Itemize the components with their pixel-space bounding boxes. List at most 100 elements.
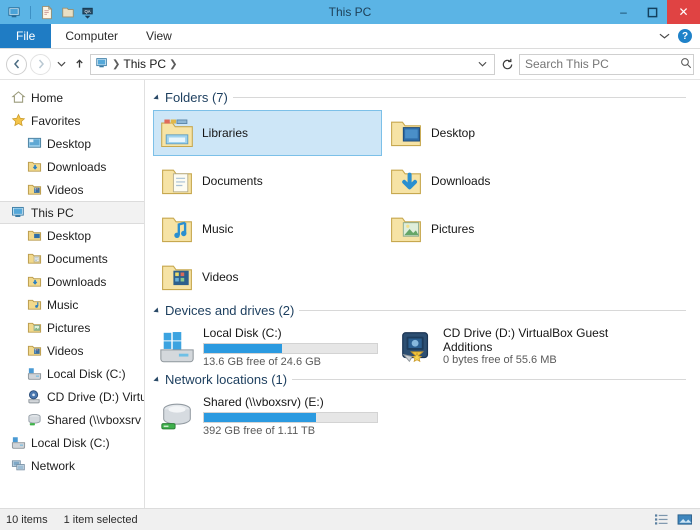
search-box[interactable] — [519, 54, 694, 75]
sidebar-item-label: This PC — [31, 206, 74, 220]
sidebar-list: HomeFavoritesDesktopDownloadsVideosThis … — [0, 86, 144, 477]
view-toggles — [652, 512, 694, 528]
collapse-triangle-icon[interactable] — [153, 307, 160, 314]
title-bar: QA This PC – ✕ — [0, 0, 700, 24]
window-title: This PC — [0, 5, 700, 19]
breadcrumb-separator-end[interactable]: ❯ — [169, 59, 177, 70]
address-bar: ❯ This PC ❯ — [0, 49, 700, 79]
sidebar-item-label: Local Disk (C:) — [31, 436, 110, 450]
large-icons-view-button[interactable] — [676, 512, 694, 528]
search-icon[interactable] — [680, 57, 692, 72]
sidebar-item-cd-drive-d-virtu[interactable]: CD Drive (D:) Virtu — [0, 385, 144, 408]
drive-tile[interactable]: Shared (\\vboxsrv) (E:)392 GB free of 1.… — [153, 391, 393, 439]
folder-tile-label: Pictures — [431, 222, 474, 236]
drive-icon — [10, 435, 26, 451]
sidebar-item-label: Music — [47, 298, 78, 312]
maximize-button[interactable] — [638, 0, 667, 24]
sidebar-item-home[interactable]: Home — [0, 86, 144, 109]
address-dropdown-icon[interactable] — [475, 59, 490, 70]
section-header-network[interactable]: Network locations (1) — [155, 372, 700, 387]
drive-name: CD Drive (D:) VirtualBox Guest Additions — [443, 326, 629, 354]
help-icon[interactable]: ? — [678, 29, 692, 43]
section-rule — [292, 379, 686, 380]
folder-tile-desktop[interactable]: Desktop — [382, 110, 611, 156]
forward-button[interactable] — [30, 54, 51, 75]
new-folder-icon[interactable] — [59, 4, 76, 21]
sidebar-item-desktop[interactable]: Desktop — [0, 132, 144, 155]
folder-tile-music[interactable]: Music — [153, 206, 382, 252]
pictures-folder-icon — [387, 210, 425, 248]
sidebar-item-pictures[interactable]: Pictures — [0, 316, 144, 339]
folders-grid: Libraries DesktopDocumentsDownloadsMusic P… — [153, 109, 700, 301]
sidebar-item-shared-vboxsrv[interactable]: Shared (\\vboxsrv — [0, 408, 144, 431]
sidebar-item-label: Documents — [47, 252, 108, 266]
collapse-triangle-icon[interactable] — [153, 94, 160, 101]
sidebar-item-label: Home — [31, 91, 63, 105]
section-header-folders[interactable]: Folders (7) — [155, 90, 700, 105]
search-input[interactable] — [525, 57, 680, 71]
downloads-icon — [26, 159, 42, 175]
sidebar-item-favorites[interactable]: Favorites — [0, 109, 144, 132]
sidebar-item-label: Videos — [47, 344, 83, 358]
sidebar-item-label: Videos — [47, 183, 83, 197]
sidebar-item-local-disk-c[interactable]: Local Disk (C:) — [0, 362, 144, 385]
sidebar-item-documents[interactable]: Documents — [0, 247, 144, 270]
sidebar-item-label: Downloads — [47, 275, 106, 289]
sidebar-item-downloads[interactable]: Downloads — [0, 270, 144, 293]
details-view-button[interactable] — [652, 512, 670, 528]
section-rule — [233, 97, 686, 98]
tab-file[interactable]: File — [0, 24, 51, 48]
folder-tile-pictures[interactable]: Pictures — [382, 206, 611, 252]
collapse-triangle-icon[interactable] — [153, 376, 160, 383]
file-explorer-window: QA This PC – ✕ File Computer View ? — [0, 0, 700, 530]
network-grid: Shared (\\vboxsrv) (E:)392 GB free of 1.… — [153, 391, 700, 439]
svg-text:QA: QA — [85, 8, 91, 13]
drive-capacity-text: 0 bytes free of 55.6 MB — [443, 354, 629, 366]
refresh-button[interactable] — [498, 54, 516, 75]
sidebar-item-local-disk-c[interactable]: Local Disk (C:) — [0, 431, 144, 454]
drive-tile-body: Local Disk (C:)13.6 GB free of 24.6 GB — [203, 324, 389, 368]
back-button[interactable] — [6, 54, 27, 75]
folder-tile-documents[interactable]: Documents — [153, 158, 382, 204]
section-title-network: Network locations (1) — [165, 372, 287, 387]
sidebar-item-desktop[interactable]: Desktop — [0, 224, 144, 247]
this-pc-icon[interactable] — [6, 4, 23, 21]
drive-tile[interactable]: Local Disk (C:)13.6 GB free of 24.6 GB — [153, 322, 393, 370]
drive-tile-body: Shared (\\vboxsrv) (E:)392 GB free of 1.… — [203, 393, 389, 437]
sidebar-item-downloads[interactable]: Downloads — [0, 155, 144, 178]
breadcrumb-bar[interactable]: ❯ This PC ❯ — [90, 54, 495, 75]
folder-tile-label: Libraries — [202, 126, 248, 140]
quick-access-toolbar: QA — [0, 4, 97, 21]
customize-toolbar-icon[interactable]: QA — [80, 4, 97, 21]
close-button[interactable]: ✕ — [667, 0, 700, 24]
sidebar-item-videos[interactable]: Videos — [0, 339, 144, 362]
folder-tile-downloads[interactable]: Downloads — [382, 158, 611, 204]
navigation-pane: HomeFavoritesDesktopDownloadsVideosThis … — [0, 80, 145, 508]
minimize-button[interactable]: – — [609, 0, 638, 24]
computer-icon — [95, 56, 109, 73]
sidebar-item-network[interactable]: Network — [0, 454, 144, 477]
drive-tile[interactable]: CD Drive (D:) VirtualBox Guest Additions… — [393, 322, 633, 370]
folder-tile-libraries[interactable]: Libraries — [153, 110, 382, 156]
content-pane: Folders (7) Libraries DesktopDocumentsDow… — [145, 80, 700, 508]
cd-drive-icon — [397, 328, 437, 368]
sidebar-item-videos[interactable]: Videos — [0, 178, 144, 201]
sidebar-item-this-pc[interactable]: This PC — [0, 201, 144, 224]
tab-view[interactable]: View — [132, 24, 186, 48]
explorer-body: HomeFavoritesDesktopDownloadsVideosThis … — [0, 79, 700, 508]
sidebar-item-label: Downloads — [47, 160, 106, 174]
qat-separator — [30, 6, 31, 19]
section-header-devices[interactable]: Devices and drives (2) — [155, 303, 700, 318]
folder-tile-videos[interactable]: Videos — [153, 254, 382, 300]
drive-capacity-bar — [203, 412, 378, 423]
section-title-folders: Folders (7) — [165, 90, 228, 105]
drive-capacity-text: 392 GB free of 1.11 TB — [203, 425, 389, 437]
sidebar-item-music[interactable]: Music — [0, 293, 144, 316]
breadcrumb-item-this-pc[interactable]: This PC — [123, 57, 166, 71]
up-button[interactable] — [72, 54, 87, 75]
recent-locations-button[interactable] — [54, 54, 69, 75]
drive-tile-body: CD Drive (D:) VirtualBox Guest Additions… — [443, 324, 629, 366]
chevron-down-icon[interactable] — [659, 29, 670, 43]
tab-computer[interactable]: Computer — [51, 24, 132, 48]
properties-icon[interactable] — [38, 4, 55, 21]
